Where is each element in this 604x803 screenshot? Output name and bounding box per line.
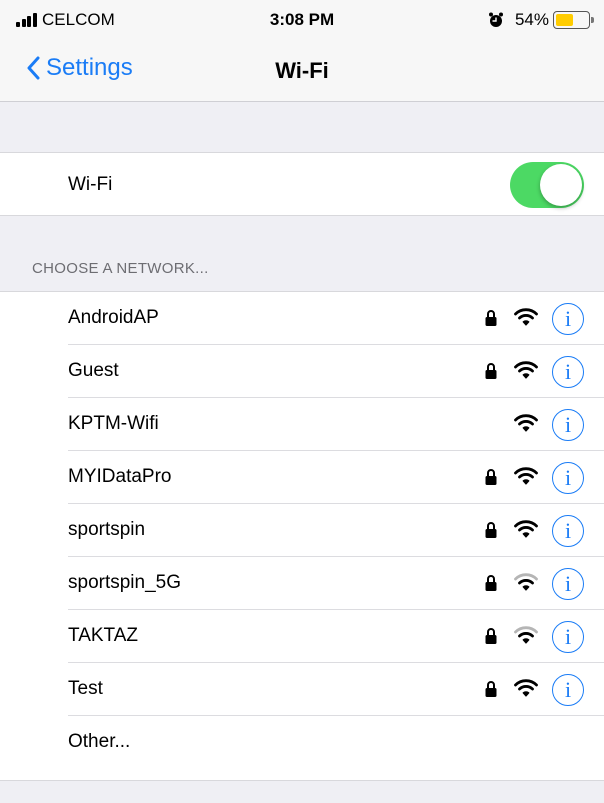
screen: CELCOM 3:08 PM 54% Settings Wi-Fi Wi-Fi	[0, 0, 604, 803]
network-row[interactable]: sportspin_5G i	[0, 557, 604, 610]
lock-icon	[485, 681, 497, 697]
network-name: sportspin_5G	[68, 572, 182, 593]
info-icon[interactable]: i	[552, 409, 584, 441]
info-icon[interactable]: i	[552, 462, 584, 494]
wifi-icon	[514, 467, 538, 485]
battery-icon	[553, 11, 594, 29]
status-bar: CELCOM 3:08 PM 54%	[0, 0, 604, 40]
info-icon[interactable]: i	[552, 303, 584, 335]
network-name: MYIDataPro	[68, 466, 172, 487]
page-title: Wi-Fi	[275, 58, 329, 83]
info-icon[interactable]: i	[552, 568, 584, 600]
network-name: Test	[68, 678, 103, 699]
wifi-toggle-row: Wi-Fi	[0, 152, 604, 216]
network-row[interactable]: KPTM-Wifi i	[0, 398, 604, 451]
lock-icon	[485, 575, 497, 591]
wifi-icon	[514, 679, 538, 697]
network-name: sportspin	[68, 519, 146, 540]
nav-bar: Settings Wi-Fi	[0, 40, 604, 102]
wifi-icon	[514, 414, 538, 432]
other-network-label: Other...	[68, 731, 131, 752]
wifi-icon	[514, 626, 538, 644]
lock-icon	[485, 522, 497, 538]
wifi-icon	[514, 520, 538, 538]
battery-percent: 54%	[514, 10, 549, 29]
alarm-clock-icon	[488, 12, 503, 27]
network-row[interactable]: MYIDataPro i	[0, 451, 604, 504]
info-icon[interactable]: i	[552, 515, 584, 547]
wifi-toggle-label: Wi-Fi	[68, 174, 113, 195]
lock-icon	[485, 310, 497, 326]
network-name: AndroidAP	[68, 307, 159, 328]
network-list: AndroidAP i Guest i KPTM-Wifi i MYIDataPro i spo…	[0, 291, 604, 781]
lock-icon	[485, 469, 497, 485]
wifi-icon	[514, 573, 538, 591]
wifi-toggle[interactable]	[510, 162, 584, 208]
network-name: KPTM-Wifi	[68, 413, 159, 434]
network-name: TAKTAZ	[68, 625, 139, 646]
info-icon[interactable]: i	[552, 356, 584, 388]
network-row[interactable]: sportspin i	[0, 504, 604, 557]
section-header: CHOOSE A NETWORK...	[32, 260, 209, 277]
other-network-row[interactable]: Other...	[0, 716, 604, 769]
info-icon[interactable]: i	[552, 621, 584, 653]
lock-icon	[485, 363, 497, 379]
network-row[interactable]: AndroidAP i	[0, 292, 604, 345]
network-row[interactable]: Guest i	[0, 345, 604, 398]
network-row[interactable]: Test i	[0, 663, 604, 716]
toggle-knob	[540, 164, 582, 206]
battery-fill	[556, 14, 573, 26]
wifi-icon	[514, 361, 538, 379]
lock-icon	[485, 628, 497, 644]
network-row[interactable]: TAKTAZ i	[0, 610, 604, 663]
wifi-icon	[514, 308, 538, 326]
status-right: 54%	[488, 10, 594, 30]
network-name: Guest	[68, 360, 119, 381]
info-icon[interactable]: i	[552, 674, 584, 706]
